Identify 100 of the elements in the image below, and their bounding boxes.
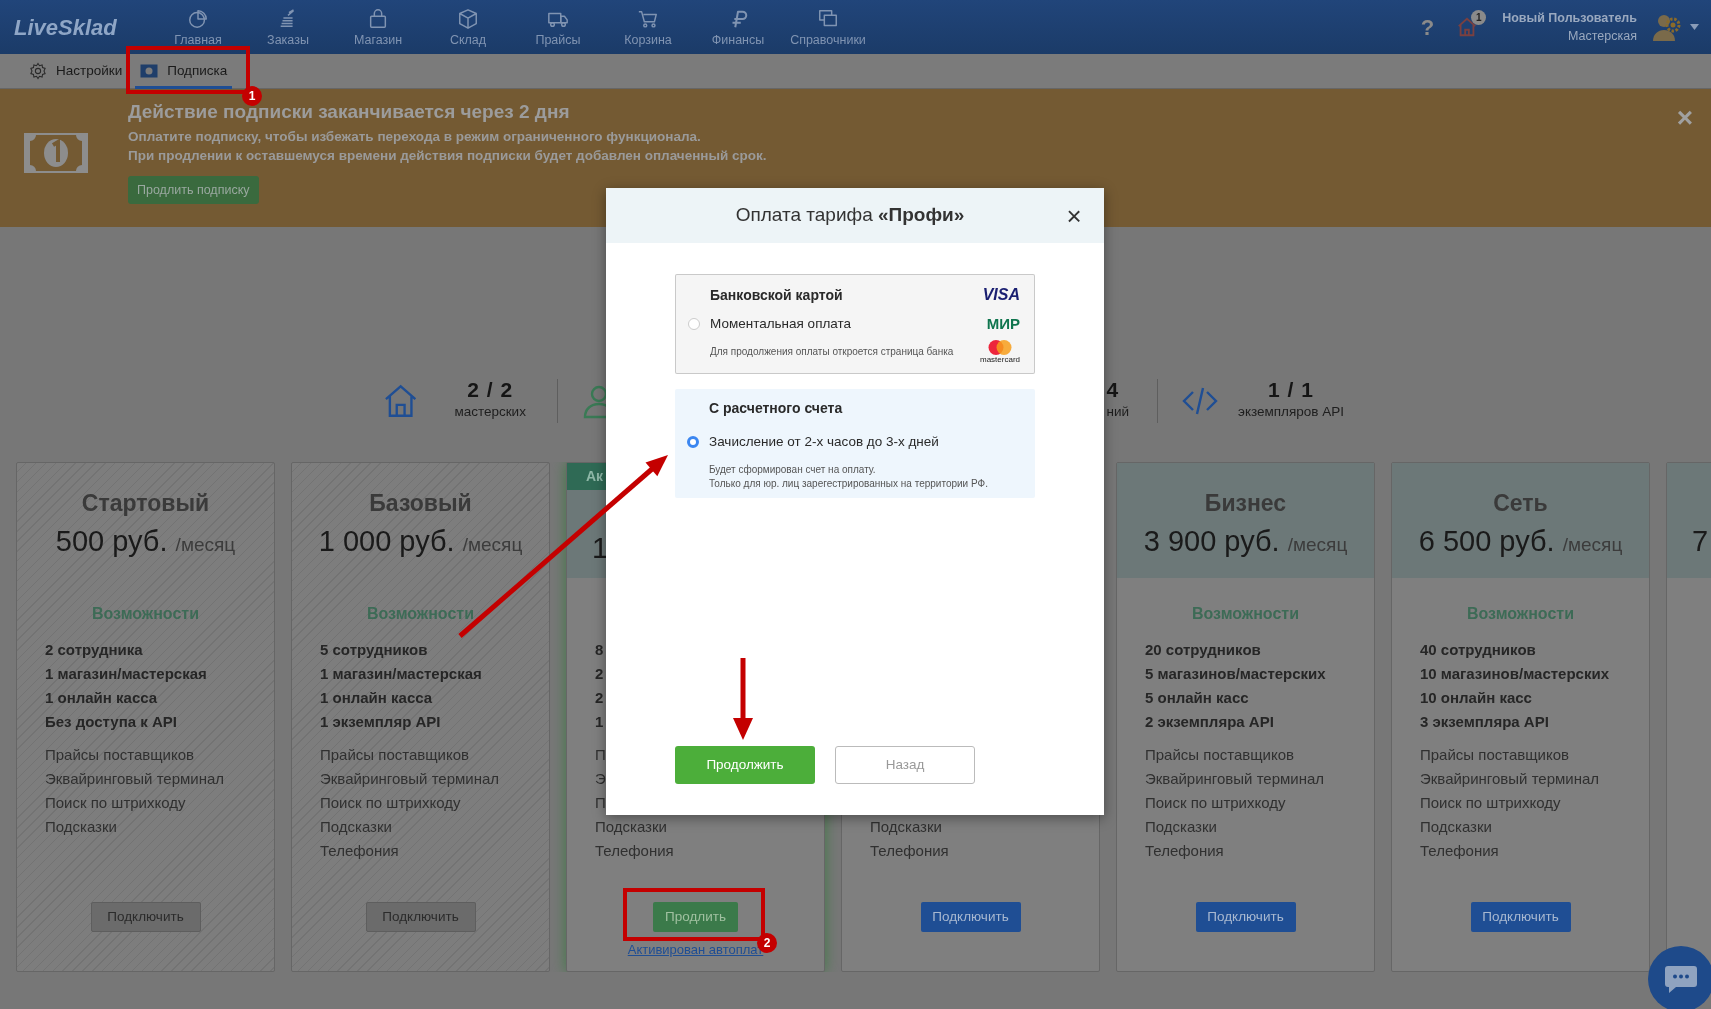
plan-title: Бизнес	[1203, 489, 1288, 518]
payment-option[interactable]: Банковской картой VISA Моментальная оплата МИР Для продолжения оплаты откроется страница банка mastercard	[675, 274, 1035, 374]
option-title: С расчетного счета	[709, 399, 843, 418]
nav-item[interactable]: Справочники	[783, 6, 873, 48]
nav-item[interactable]: Заказы	[243, 6, 333, 48]
features-heading: Возможности	[91, 604, 200, 624]
plan-limit: 1	[595, 712, 604, 732]
plan-feature: Прайсы поставщиков	[1420, 745, 1570, 765]
back-button[interactable]: Назад	[835, 746, 975, 784]
payment-option[interactable]: С расчетного счета Зачисление от 2-х часов до 3-х дней Будет сформирован счет на оплату. Только для юр. лиц зарегестрированных на территории РФ.	[675, 389, 1035, 498]
plan-feature: Эквайринговый терминал	[1420, 769, 1600, 789]
connect-button[interactable]: Подключить	[1470, 902, 1571, 932]
plan-price: 1 000 руб. /месяц	[317, 524, 524, 559]
nav-item[interactable]: Склад	[423, 6, 513, 48]
nav-item[interactable]: Корзина	[603, 6, 693, 48]
plan-price: 1	[592, 531, 610, 566]
plan-limit: 1 онлайн касса	[320, 688, 433, 708]
bag-icon	[367, 8, 389, 30]
stat-label: мастерских	[453, 403, 527, 421]
plan-title: Стартовый	[80, 489, 211, 518]
overlapping-circles-icon	[988, 339, 1012, 355]
nav-item[interactable]: Главная	[153, 6, 243, 48]
plan-feature: П	[595, 793, 606, 813]
stat-label: экземпляров API	[1237, 403, 1345, 421]
renew-button[interactable]: Продлить подписку	[128, 175, 259, 205]
help-button[interactable]: ?	[1420, 10, 1435, 44]
features-heading: Возможности	[366, 604, 475, 624]
plan-feature: Телефония	[595, 841, 674, 861]
nav-item[interactable]: Магазин	[333, 6, 423, 48]
plan-feature: Э	[595, 769, 606, 789]
plan-limit: 10 онлайн касс	[1420, 688, 1532, 708]
plan-price: 6 500 руб. /месяц	[1417, 524, 1624, 559]
connect-button[interactable]: Подключить	[90, 902, 201, 932]
radio-button[interactable]	[687, 436, 699, 449]
close-button[interactable]: ×	[1054, 202, 1094, 229]
box-icon	[457, 8, 479, 30]
plan-feature: Подсказки	[1145, 817, 1217, 837]
connect-button[interactable]: Подключить	[920, 902, 1021, 932]
user-role: Мастерская	[1567, 28, 1637, 45]
plan-limit: 1 магазин/мастерская	[320, 664, 482, 684]
plan-limit: 40 сотрудников	[1420, 640, 1536, 660]
radio-button[interactable]	[688, 318, 700, 331]
plan-limit: 2 сотрудника	[45, 640, 143, 660]
stat-label: ний	[1106, 403, 1129, 421]
plan-limit: 2	[595, 664, 604, 684]
plan-limit: 20 сотрудников	[1145, 640, 1261, 660]
plan-limit: 1 магазин/мастерская	[45, 664, 207, 684]
plan-feature: Подсказки	[320, 817, 392, 837]
plan-price: 500 руб. /месяц	[54, 524, 237, 559]
subnav-tab[interactable]: Подписка	[135, 53, 233, 89]
stat-value: 4	[1106, 379, 1121, 401]
continue-button[interactable]: Продолжить	[675, 746, 815, 784]
plan-limit: 5 онлайн касс	[1145, 688, 1249, 708]
card-brand-logo: МИР	[986, 314, 1020, 334]
close-button[interactable]: ×	[1676, 104, 1693, 227]
plan-limit: 5 сотрудников	[320, 640, 428, 660]
plan-feature: Поиск по штрихкоду	[320, 793, 461, 813]
plan-limit: 2 экземпляра API	[1145, 712, 1274, 732]
plan-feature: Подсказки	[595, 817, 667, 837]
plan-limit: 5 магазинов/мастерских	[1145, 664, 1326, 684]
modal-title: Оплата тарифа «Профи»	[734, 203, 966, 228]
plan-feature: Телефония	[870, 841, 949, 861]
logo[interactable]: LiveSklad	[0, 10, 153, 44]
chat-icon	[1664, 964, 1698, 994]
option-subtitle: Моментальная оплата	[710, 315, 852, 334]
plan-feature: Телефония	[1145, 841, 1224, 861]
plan-feature: Подсказки	[45, 817, 117, 837]
caret-icon[interactable]	[1690, 24, 1699, 30]
subnav-tab[interactable]: Настройки	[24, 53, 128, 89]
nav-item[interactable]: Прайсы	[513, 6, 603, 48]
features-heading: Возможности	[1191, 604, 1300, 624]
plan-limit: 1 онлайн касса	[45, 688, 158, 708]
nav-item[interactable]: Финансы	[693, 6, 783, 48]
option-note: Для продолжения оплаты откроется страница банка	[710, 344, 954, 359]
option-subtitle: Зачисление от 2-х часов до 3-х дней	[709, 433, 939, 451]
renew-button[interactable]: Продлить	[653, 902, 738, 932]
plan-feature: Поиск по штрихкоду	[45, 793, 186, 813]
banner-text: При продлении к оставшемуся времени действия подписки будет добавлен оплаченный срок.	[128, 146, 767, 165]
chart-icon	[187, 8, 209, 30]
chat-button[interactable]	[1648, 946, 1711, 1009]
plan-feature: Телефония	[1420, 841, 1499, 861]
plan-title: Базовый	[368, 489, 473, 518]
autopay-link[interactable]: Активирован автоплат	[627, 941, 764, 959]
features-heading: Возможности	[1466, 604, 1575, 624]
user-name[interactable]: Новый Пользователь	[1502, 9, 1637, 27]
connect-button[interactable]: Подключить	[365, 902, 476, 932]
stat-value: 2 / 2	[466, 379, 515, 401]
plan-title: Сеть	[1492, 489, 1549, 518]
plan-feature: Эквайринговый терминал	[320, 769, 500, 789]
gear-icon	[29, 62, 47, 80]
plan-feature: Телефония	[320, 841, 399, 861]
connect-button[interactable]: Подключить	[1195, 902, 1296, 932]
plan-limit: 2	[595, 688, 604, 708]
card-brand-logo: mastercard	[980, 354, 1020, 364]
banner-text: Оплатите подписку, чтобы избежать перехода в режим ограниченного функционала.	[128, 127, 702, 146]
plan-feature: Прайсы поставщиков	[45, 745, 195, 765]
plan-price: 7	[1692, 524, 1710, 559]
avatar-icon	[1651, 12, 1681, 42]
plan-feature: Эквайринговый терминал	[45, 769, 225, 789]
stat-value: 1 / 1	[1267, 379, 1315, 401]
